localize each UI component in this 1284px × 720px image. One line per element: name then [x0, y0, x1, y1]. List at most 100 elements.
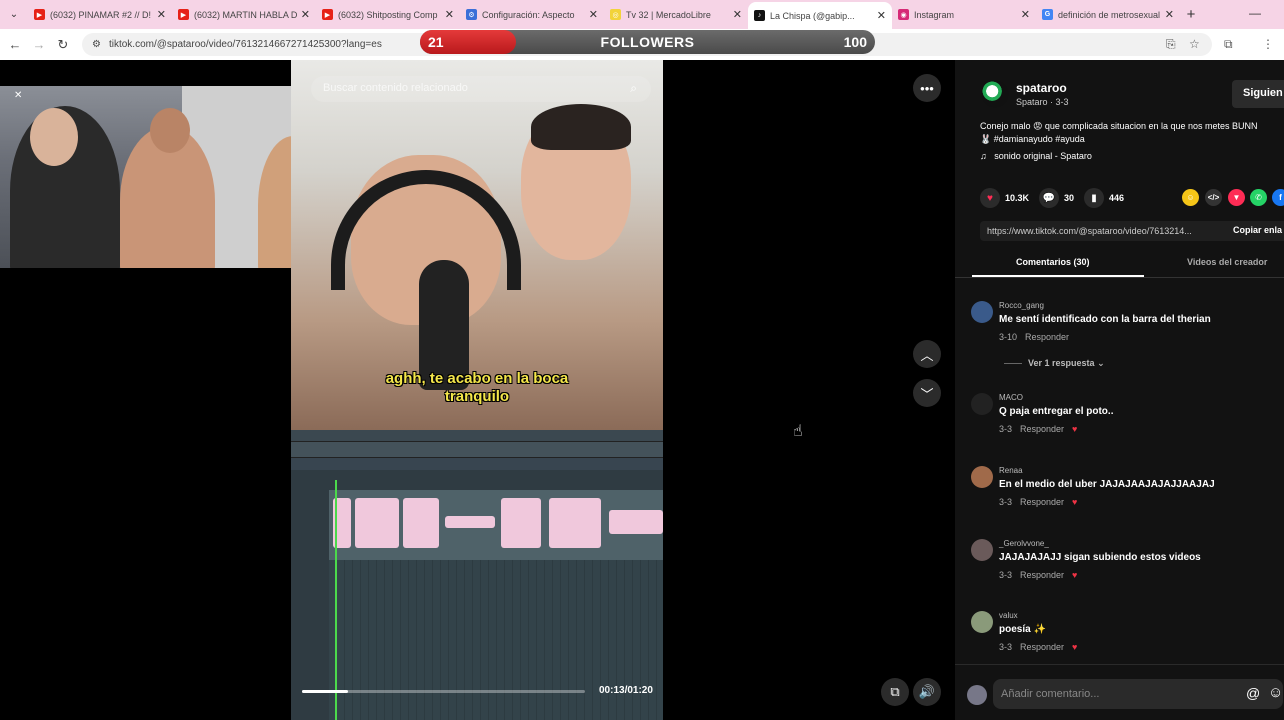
reply-button[interactable]: Responder [1020, 497, 1064, 507]
repost-icon[interactable]: ☺ [1182, 189, 1199, 206]
comment-meta: 3-10 Responder [999, 332, 1069, 342]
close-tab-icon[interactable]: ✕ [877, 9, 886, 22]
commenter-name[interactable]: _Gerolvvone_ [999, 539, 1049, 548]
new-tab-button[interactable]: + [1180, 6, 1202, 23]
commenter-name[interactable]: MACO [999, 393, 1023, 402]
video-progress-bar[interactable] [302, 690, 585, 693]
comment-text: En el medio del uber JAJAJAAJAJAJJAAJAJ [999, 479, 1215, 490]
comment-meta: 3-3 Responder ♥ [999, 570, 1077, 580]
save-button[interactable]: ▮ 446 [1084, 188, 1124, 208]
whatsapp-icon[interactable]: ✆ [1250, 189, 1267, 206]
previous-video-icon[interactable]: ︿ [913, 340, 941, 368]
close-tab-icon[interactable]: ✕ [589, 8, 598, 21]
menu-icon[interactable]: ⋮ [1262, 37, 1274, 51]
tab-favicon-icon: ♪ [754, 10, 765, 21]
browser-tab[interactable]: ▶ (6032) Shitposting Comp ✕ [316, 0, 460, 29]
comment-button[interactable]: 💬 30 [1039, 188, 1074, 208]
comment-meta: 3-3 Responder ♥ [999, 424, 1077, 434]
heart-icon: ♥ [980, 188, 1000, 208]
close-tab-icon[interactable]: ✕ [301, 8, 310, 21]
bookmark-star-icon[interactable]: ☆ [1189, 37, 1200, 51]
followers-goal-bar: 21 FOLLOWERS 100 [420, 30, 875, 54]
tab-comments[interactable]: Comentarios (30) [1016, 257, 1090, 267]
tab-search-button[interactable]: ⌄ [0, 0, 28, 29]
commenter-avatar[interactable] [971, 301, 993, 323]
copy-link-button[interactable]: Copiar enla [1233, 225, 1282, 235]
search-icon[interactable]: ⌕ [630, 81, 637, 96]
description-line-1: Conejo malo 😡 que complicada situacion e… [980, 121, 1258, 131]
video-subtitle: aghh, te acabo en la boca tranquilo [291, 370, 663, 406]
save-count: 446 [1109, 193, 1125, 203]
commenter-avatar[interactable] [971, 611, 993, 633]
commenter-name[interactable]: Rocco_gang [999, 301, 1044, 310]
description-line-2: 🐰 #damianayudo #ayuda [980, 134, 1085, 144]
view-replies-label: Ver 1 respuesta [1028, 358, 1095, 368]
browser-tab[interactable]: ◎ Tv 32 | MercadoLibre ✕ [604, 0, 748, 29]
view-replies-button[interactable]: Ver 1 respuesta ⌄ [1004, 358, 1105, 369]
tab-creator-videos[interactable]: Videos del creador [1187, 257, 1267, 267]
reply-button[interactable]: Responder [1020, 570, 1064, 580]
minimize-icon[interactable]: — [1249, 6, 1261, 20]
subtitle-line-2: tranquilo [444, 388, 510, 405]
mention-icon[interactable]: @ [1246, 685, 1260, 701]
browser-tab[interactable]: Gdefinición de metrosexual ✕ [1036, 0, 1180, 29]
comment-date: 3-3 [999, 497, 1013, 507]
volume-icon[interactable]: 🔊 [913, 678, 941, 706]
followers-label: FOLLOWERS [600, 34, 695, 50]
video-time: 00:13/01:20 [599, 685, 653, 696]
video-link-text: https://www.tiktok.com/@spataroo/video/7… [987, 226, 1192, 236]
reply-button[interactable]: Responder [1025, 332, 1069, 342]
music-title: sonido original - Spataro [994, 151, 1092, 161]
current-user-avatar [967, 685, 987, 705]
commenter-avatar[interactable] [971, 466, 993, 488]
tab-favicon-icon: ▶ [178, 9, 189, 20]
audio-track [329, 490, 663, 560]
related-search-input[interactable]: Buscar contenido relacionado ⌕ [311, 76, 651, 102]
comment-meta: 3-3 Responder ♥ [999, 642, 1077, 652]
close-tab-icon[interactable]: ✕ [445, 8, 454, 21]
commenter-name[interactable]: valux [999, 611, 1018, 620]
commenter-avatar[interactable] [971, 393, 993, 415]
browser-tab[interactable]: ⚙ Configuración: Aspecto ✕ [460, 0, 604, 29]
music-note-icon: ♫ [980, 151, 987, 161]
like-button[interactable]: ♥ 10.3K [980, 188, 1029, 208]
embed-icon[interactable]: </> [1205, 189, 1222, 206]
reload-icon[interactable]: ↻ [51, 37, 75, 53]
tab-title: Configuración: Aspecto [482, 9, 575, 20]
close-tab-icon[interactable]: ✕ [733, 8, 742, 21]
forward-icon[interactable]: → [27, 37, 51, 52]
add-comment-input[interactable]: Añadir comentario... [993, 679, 1283, 709]
back-icon[interactable]: ← [3, 37, 27, 52]
more-options-icon[interactable]: ••• [913, 74, 941, 102]
close-tab-icon[interactable]: ✕ [1021, 8, 1030, 21]
facebook-icon[interactable]: f [1272, 189, 1284, 206]
browser-tab-strip: ⌄ ▶ (6032) PINAMAR #2 // D! ✕ ▶ (6032) MARTI… [0, 0, 1284, 29]
browser-tab[interactable]: ◉ Instagram ✕ [892, 0, 1036, 29]
close-tab-icon[interactable]: ✕ [1165, 8, 1174, 21]
browser-tab[interactable]: ▶ (6032) MARTIN HABLA D! ✕ [172, 0, 316, 29]
next-video-icon[interactable]: ﹀ [913, 379, 941, 407]
comment-meta: 3-3 Responder ♥ [999, 497, 1077, 507]
commenter-avatar[interactable] [971, 539, 993, 561]
video-progress-fill [302, 690, 348, 693]
related-search-placeholder: Buscar contenido relacionado [323, 82, 468, 94]
emoji-icon[interactable]: ☺ [1268, 684, 1283, 701]
picture-in-picture-icon[interactable]: ⧉ [881, 678, 909, 706]
install-app-icon[interactable]: ⎘ [1166, 37, 1176, 52]
reply-button[interactable]: Responder [1020, 424, 1064, 434]
reply-button[interactable]: Responder [1020, 642, 1064, 652]
close-tab-icon[interactable]: ✕ [157, 8, 166, 21]
music-credit[interactable]: ♫ sonido original - Spataro [980, 151, 1092, 161]
send-icon[interactable]: ▼ [1228, 189, 1245, 206]
video-player[interactable]: Buscar contenido relacionado ⌕ aghh, te … [291, 60, 663, 720]
webcam-close-icon: ✕ [14, 90, 23, 101]
extensions-icon[interactable]: ⧉ [1224, 37, 1233, 52]
commenter-name[interactable]: Renaa [999, 466, 1023, 475]
browser-tab[interactable]: ♪ La Chispa (@gabip... ✕ [748, 2, 892, 29]
site-info-icon[interactable]: ⚙ [92, 39, 101, 50]
comment-text: JAJAJAJAJJ sigan subiendo estos videos [999, 552, 1201, 563]
creator-username[interactable]: spataroo [1016, 81, 1067, 95]
follow-button[interactable]: Siguien [1232, 80, 1284, 108]
creator-avatar[interactable] [981, 80, 1009, 108]
browser-tab[interactable]: ▶ (6032) PINAMAR #2 // D! ✕ [28, 0, 172, 29]
